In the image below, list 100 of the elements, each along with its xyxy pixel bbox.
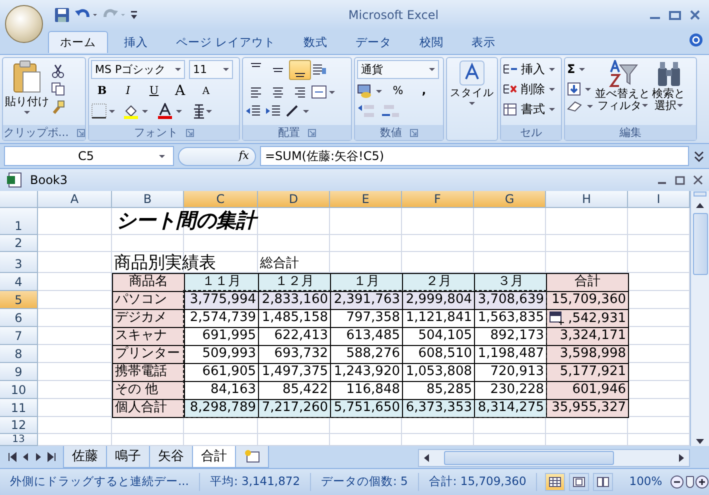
zoom-slider-thumb[interactable] [686, 476, 694, 488]
delete-button[interactable]: 削除 [503, 80, 559, 98]
column-header[interactable]: B [112, 191, 184, 208]
increase-indent-icon[interactable] [265, 104, 281, 118]
scissors-icon[interactable] [51, 64, 65, 78]
row-header[interactable]: 12 [0, 417, 38, 434]
italic-button[interactable]: I [117, 81, 139, 101]
column-header[interactable]: H [546, 191, 628, 208]
maximize-icon[interactable] [669, 9, 681, 21]
number-format-dropdown[interactable]: 通貨 [357, 60, 439, 79]
row-header[interactable]: 1 [0, 208, 38, 235]
fill-color-icon[interactable] [123, 103, 149, 119]
grow-font-button[interactable]: A [169, 81, 191, 101]
decrease-decimal-icon[interactable] [381, 103, 401, 119]
font-size-dropdown[interactable]: 11 [189, 60, 233, 79]
last-sheet-icon[interactable] [47, 452, 56, 462]
column-header[interactable]: D [258, 191, 330, 208]
border-icon[interactable] [91, 103, 115, 119]
save-icon[interactable] [54, 7, 70, 23]
formula-field[interactable]: =SUM(佐藤:矢谷!C5) [260, 146, 689, 166]
font-color-icon[interactable] [157, 103, 183, 119]
percent-button[interactable]: % [387, 81, 409, 101]
new-sheet-button[interactable] [235, 446, 269, 468]
zoom-slider-track[interactable] [687, 476, 692, 488]
sheet-tab[interactable]: 鳴子 [106, 446, 150, 468]
decrease-indent-icon[interactable] [245, 104, 261, 118]
eraser-icon[interactable] [567, 100, 583, 112]
row-header[interactable]: 11 [0, 399, 38, 417]
ribbon-tab[interactable]: ページ レイアウト [164, 30, 288, 54]
next-sheet-icon[interactable] [34, 452, 43, 462]
fill-icon[interactable] [567, 82, 581, 96]
column-header[interactable]: F [402, 191, 474, 208]
ribbon-tab[interactable]: 校閲 [408, 30, 456, 54]
format-button[interactable]: 書式 [503, 100, 559, 118]
bold-button[interactable]: B [91, 81, 113, 101]
scroll-right-icon[interactable] [678, 453, 686, 463]
restore-icon[interactable] [675, 175, 685, 185]
underline-button[interactable]: U [143, 81, 165, 101]
zoom-in-icon[interactable] [695, 475, 709, 489]
row-header[interactable]: 3 [0, 252, 38, 273]
row-header[interactable]: 9 [0, 363, 38, 381]
text-angle-icon[interactable] [285, 104, 309, 118]
column-header[interactable]: A [38, 191, 112, 208]
previous-sheet-icon[interactable] [21, 452, 30, 462]
scroll-left-icon[interactable] [422, 453, 430, 463]
row-header[interactable]: 5 [0, 291, 38, 309]
customize-icon[interactable] [130, 9, 138, 21]
align-bottom-button[interactable] [289, 60, 311, 80]
autosum-button[interactable]: Σ [567, 60, 593, 78]
table-cell: 3,775,994 [184, 291, 259, 310]
shrink-font-button[interactable]: A [195, 81, 217, 101]
insert-function-button[interactable]: fx [238, 148, 249, 164]
column-header[interactable]: C [184, 191, 258, 208]
paste-options-icon[interactable] [549, 311, 565, 326]
page-break-preview-button[interactable] [593, 473, 614, 491]
row-header[interactable]: 7 [0, 327, 38, 345]
sheet-tab[interactable]: 合計 [192, 446, 236, 468]
row-header[interactable]: 8 [0, 345, 38, 363]
expand-formula-icon[interactable] [693, 149, 705, 163]
column-header[interactable]: E [330, 191, 402, 208]
row-header[interactable]: 13 [0, 434, 38, 446]
scroll-up-icon[interactable] [695, 201, 705, 209]
font-name-dropdown[interactable]: MS Pゴシック [91, 60, 185, 79]
paintbrush-icon[interactable] [51, 100, 65, 114]
close-icon[interactable] [693, 175, 703, 185]
sheet-tab[interactable]: 矢谷 [149, 446, 193, 468]
table-cell: 85,422 [258, 381, 331, 400]
help-icon[interactable] [689, 33, 703, 47]
row-header[interactable]: 2 [0, 235, 38, 252]
sort-filter-button[interactable]: 並べ替えと フィルタ [595, 60, 650, 123]
office-button[interactable] [5, 5, 43, 43]
find-select-button[interactable]: 検索と 選択 [652, 60, 685, 123]
scroll-thumb[interactable] [692, 213, 708, 275]
name-box[interactable]: C5 [4, 146, 174, 166]
paste-button[interactable]: 貼り付け [5, 60, 49, 123]
scroll-thumb[interactable] [444, 451, 614, 465]
ribbon-tab[interactable]: 数式 [292, 30, 340, 54]
row-header[interactable]: 6 [0, 309, 38, 327]
comma-button[interactable]: , [413, 81, 435, 101]
currency-icon[interactable] [357, 83, 383, 99]
ribbon-tab[interactable]: データ [344, 30, 404, 54]
zoom-out-icon[interactable] [670, 475, 684, 489]
ribbon-tab[interactable]: ホーム [48, 30, 108, 54]
increase-decimal-icon[interactable] [357, 103, 377, 119]
row-header[interactable]: 4 [0, 273, 38, 291]
row-header[interactable]: 10 [0, 381, 38, 399]
ribbon-tab[interactable]: 表示 [460, 30, 508, 54]
close-icon[interactable] [689, 9, 701, 21]
normal-view-button[interactable] [545, 473, 566, 491]
copy-icon[interactable] [51, 82, 65, 96]
page-layout-view-button[interactable] [569, 473, 590, 491]
sheet-tab[interactable]: 佐藤 [63, 446, 107, 468]
merge-center-icon[interactable] [311, 85, 335, 99]
phonetic-guide-icon[interactable] [191, 103, 213, 119]
insert-button[interactable]: 挿入 [503, 60, 559, 78]
table-cell: 携帯電話 [112, 363, 185, 382]
column-header[interactable]: G [474, 191, 546, 208]
column-header[interactable]: I [628, 191, 690, 208]
first-sheet-icon[interactable] [8, 452, 17, 462]
ribbon-tab[interactable]: 挿入 [112, 30, 160, 54]
